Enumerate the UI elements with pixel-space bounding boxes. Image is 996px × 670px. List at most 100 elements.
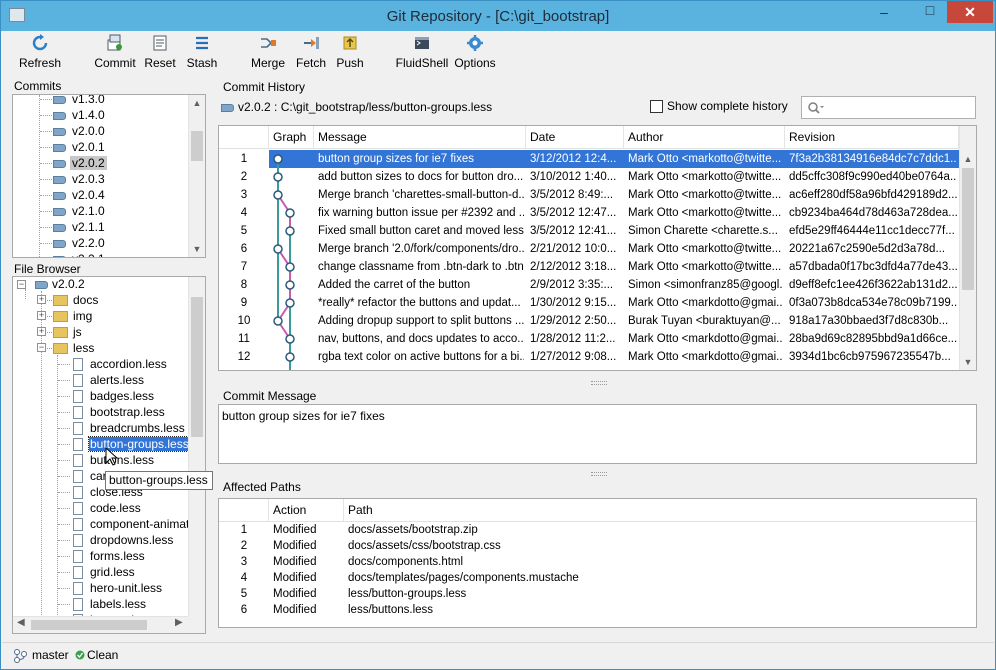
expand-icon[interactable]: + — [37, 295, 46, 304]
folder-item[interactable]: img — [53, 308, 92, 324]
history-row[interactable]: 2 add button sizes to docs for button dro… — [219, 168, 959, 186]
collapse-icon[interactable]: − — [37, 343, 46, 352]
history-row[interactable]: 5 Fixed small button caret and moved less… — [219, 222, 959, 240]
folder-item[interactable]: docs — [53, 292, 98, 308]
scroll-thumb[interactable] — [31, 620, 147, 630]
tag-item[interactable]: v2.1.1 — [53, 219, 107, 235]
graph-column-header[interactable]: Graph — [269, 126, 314, 148]
stash-button[interactable]: Stash — [184, 34, 220, 74]
tag-item[interactable]: v2.0.4 — [53, 187, 107, 203]
affected-row[interactable]: 2 Modified docs/assets/css/bootstrap.css — [219, 538, 959, 554]
fluidshell-button[interactable]: FluidShell — [394, 34, 450, 74]
splitter-grip[interactable] — [591, 472, 607, 476]
history-row[interactable]: 7 change classname from .btn-dark to .btn… — [219, 258, 959, 276]
scroll-thumb[interactable] — [191, 131, 203, 161]
tag-item[interactable]: v2.0.1 — [53, 139, 107, 155]
options-button[interactable]: Options — [454, 34, 496, 74]
file-item[interactable]: breadcrumbs.less — [73, 420, 186, 436]
file-item[interactable]: dropdowns.less — [73, 532, 174, 548]
collapse-icon[interactable]: − — [17, 280, 26, 289]
scroll-thumb[interactable] — [191, 297, 203, 437]
folder-item[interactable]: less — [53, 340, 94, 356]
scroll-up-icon[interactable]: ▲ — [189, 95, 205, 111]
author-column-header[interactable]: Author — [624, 126, 785, 148]
file-item[interactable]: badges.less — [73, 388, 155, 404]
file-item[interactable]: labels.less — [73, 596, 147, 612]
tag-item[interactable]: v2.1.0 — [53, 203, 107, 219]
scroll-down-icon[interactable]: ▼ — [960, 354, 976, 370]
minimize-button[interactable]: – — [869, 1, 899, 23]
tree-root[interactable]: v2.0.2 — [35, 277, 85, 292]
tag-item[interactable]: v2.0.2 — [53, 155, 107, 171]
expand-icon[interactable]: + — [37, 311, 46, 320]
file-item[interactable]: forms.less — [73, 548, 146, 564]
merge-button[interactable]: Merge — [248, 34, 288, 74]
history-vertical-scrollbar[interactable]: ▲ ▼ — [959, 126, 976, 370]
history-row[interactable]: 11 nav, buttons, and docs updates to acco… — [219, 330, 959, 348]
affected-row[interactable]: 3 Modified docs/components.html — [219, 554, 959, 570]
affected-row[interactable]: 6 Modified less/buttons.less — [219, 602, 959, 618]
commits-vertical-scrollbar[interactable]: ▲ ▼ — [188, 95, 205, 257]
path-cell: less/buttons.less — [348, 604, 434, 616]
reset-button[interactable]: Reset — [142, 34, 178, 74]
commit-history-tab[interactable]: Commit History — [223, 80, 305, 94]
history-row[interactable]: 10 Adding dropup support to split buttons… — [219, 312, 959, 330]
history-row[interactable]: 6 Merge branch '2.0/fork/components/dro..… — [219, 240, 959, 258]
history-row[interactable]: 4 fix warning button issue per #2392 and … — [219, 204, 959, 222]
file-item[interactable]: alerts.less — [73, 372, 145, 388]
message-column-header[interactable]: Message — [314, 126, 526, 148]
close-button[interactable]: ✕ — [947, 1, 993, 23]
scroll-right-icon[interactable]: ▶ — [175, 617, 183, 628]
commit-message-box[interactable]: button group sizes for ie7 fixes — [218, 404, 977, 464]
commit-button[interactable]: Commit — [94, 34, 136, 74]
file-item[interactable]: accordion.less — [73, 356, 168, 372]
files-vertical-scrollbar[interactable] — [188, 277, 205, 616]
commits-tree[interactable]: v1.3.0 v1.4.0 v2.0.0 v2.0.1 v2.0.2 v2.0.3 v2.0… — [12, 94, 206, 258]
files-horizontal-scrollbar[interactable]: ◀ ▶ — [13, 616, 189, 633]
file-item[interactable]: button-groups.less — [73, 436, 191, 452]
affected-paths-grid[interactable]: Action Path 1 Modified docs/assets/bootstr… — [218, 498, 977, 628]
affected-row[interactable]: 4 Modified docs/templates/pages/components… — [219, 570, 959, 586]
tag-item[interactable]: v1.4.0 — [53, 107, 107, 123]
folder-icon — [53, 343, 68, 355]
scroll-up-icon[interactable]: ▲ — [960, 151, 976, 167]
tag-item[interactable]: v2.2.1 — [53, 251, 107, 257]
tag-item[interactable]: v1.3.0 — [53, 95, 107, 107]
tree-guide-line — [57, 355, 58, 617]
splitter-grip[interactable] — [591, 381, 607, 385]
scroll-down-icon[interactable]: ▼ — [189, 241, 205, 257]
file-item[interactable]: component-animations.less — [73, 516, 205, 532]
file-item[interactable]: hero-unit.less — [73, 580, 163, 596]
push-button[interactable]: Push — [332, 34, 368, 74]
affected-row[interactable]: 5 Modified less/button-groups.less — [219, 586, 959, 602]
action-column-header[interactable]: Action — [269, 499, 344, 521]
commit-history-grid[interactable]: Graph Message Date Author Revision 1 butt… — [218, 125, 977, 371]
date-column-header[interactable]: Date — [526, 126, 624, 148]
folder-item[interactable]: js — [53, 324, 82, 340]
expand-icon[interactable]: + — [37, 327, 46, 336]
history-row[interactable]: 9 *really* refactor the buttons and updat… — [219, 294, 959, 312]
tag-item[interactable]: v2.0.0 — [53, 123, 107, 139]
history-row[interactable]: 8 Added the carret of the button 2/9/2012 … — [219, 276, 959, 294]
revision-column-header[interactable]: Revision — [785, 126, 959, 148]
search-input[interactable] — [801, 96, 976, 119]
tag-item[interactable]: v2.2.0 — [53, 235, 107, 251]
file-item[interactable]: code.less — [73, 500, 142, 516]
history-row[interactable]: 1 button group sizes for ie7 fixes 3/12/20… — [219, 150, 959, 168]
tree-guide-branch — [40, 163, 52, 164]
maximize-button[interactable]: □ — [915, 0, 945, 21]
file-item[interactable]: grid.less — [73, 564, 136, 580]
author-cell: Simon Charette <charette.s... — [628, 225, 778, 237]
history-row[interactable]: 3 Merge branch 'charettes-small-button-d.… — [219, 186, 959, 204]
history-row[interactable]: 12 rgba text color on active buttons for … — [219, 348, 959, 366]
tag-item[interactable]: v2.0.3 — [53, 171, 107, 187]
affected-row[interactable]: 1 Modified docs/assets/bootstrap.zip — [219, 522, 959, 538]
show-complete-checkbox[interactable] — [650, 100, 663, 113]
file-item[interactable]: bootstrap.less — [73, 404, 166, 420]
date-cell: 2/21/2012 10:0... — [530, 243, 617, 255]
fetch-button[interactable]: Fetch — [292, 34, 330, 74]
scroll-thumb[interactable] — [962, 168, 974, 290]
refresh-button[interactable]: Refresh — [16, 34, 64, 74]
path-column-header[interactable]: Path — [344, 499, 976, 521]
scroll-left-icon[interactable]: ◀ — [17, 617, 25, 628]
